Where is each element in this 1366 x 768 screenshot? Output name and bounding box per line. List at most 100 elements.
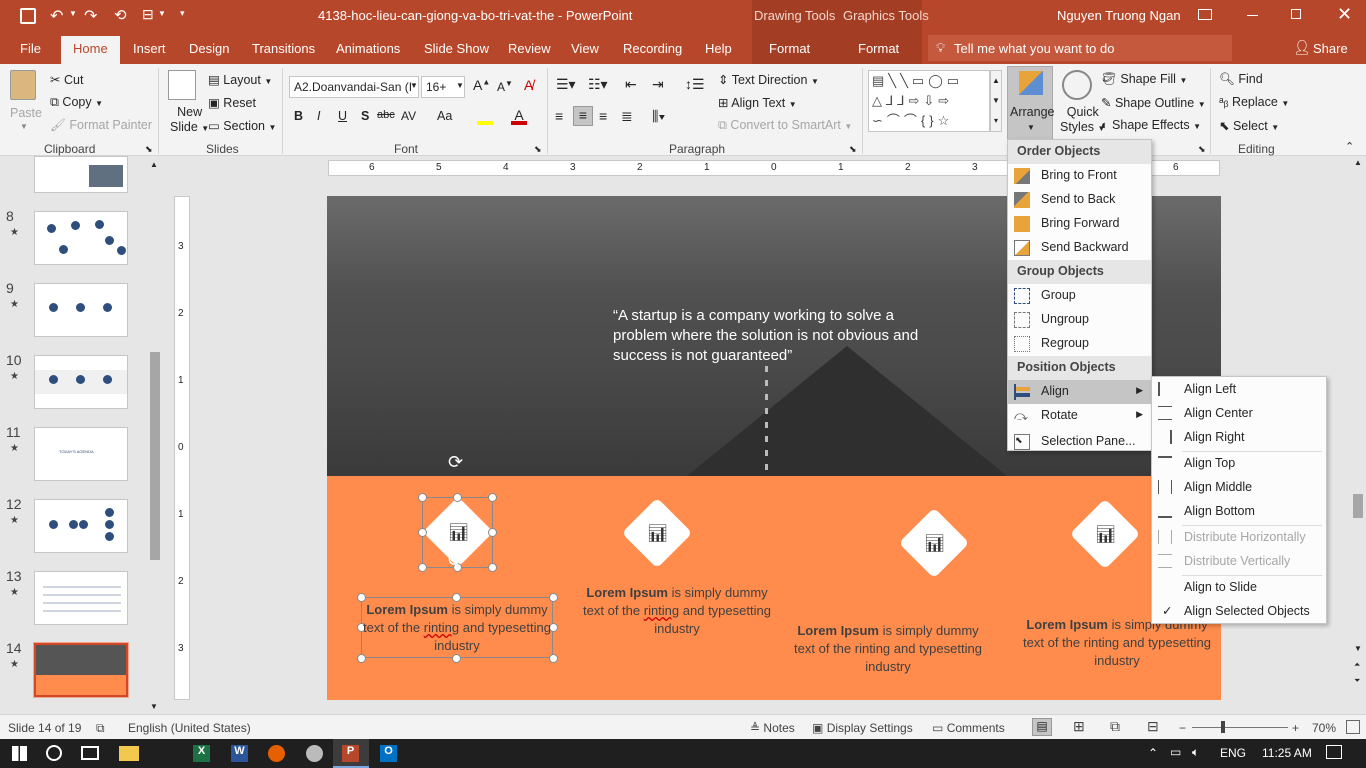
item-caption[interactable]: Lorem Ipsum is simply dummy text of the … xyxy=(1017,616,1217,670)
columns-icon[interactable]: ⫼▾ xyxy=(652,108,665,125)
resize-handle[interactable] xyxy=(418,528,427,537)
tab-review[interactable]: Review xyxy=(508,41,551,56)
change-case-button[interactable]: Aa xyxy=(437,109,452,123)
minimize-icon[interactable] xyxy=(1247,15,1258,16)
font-name-combo[interactable]: A2.Doanvandai-San (I xyxy=(289,76,419,98)
reset-button[interactable]: ▣ Reset xyxy=(208,95,256,110)
powerpoint-icon[interactable]: P xyxy=(342,745,359,762)
display-settings-button[interactable]: ▣ Display Settings xyxy=(812,721,913,735)
app-icon[interactable] xyxy=(306,745,323,762)
tab-file[interactable]: File xyxy=(20,41,41,56)
resize-handle[interactable] xyxy=(549,654,558,663)
menu-item-distribute-vertically[interactable]: Distribute Vertically xyxy=(1152,549,1326,573)
replace-button[interactable]: ᵃᵦ Replace ▼ xyxy=(1219,95,1289,109)
normal-view-icon[interactable]: ▤ xyxy=(1032,718,1052,736)
slide-thumbnail-9[interactable] xyxy=(34,283,128,337)
zoom-in-icon[interactable]: + xyxy=(1292,721,1299,735)
menu-item-align-bottom[interactable]: Align Bottom xyxy=(1152,499,1326,523)
resize-handle[interactable] xyxy=(418,563,427,572)
thumbnail-scrollbar[interactable]: ▲ ▼ xyxy=(148,158,162,714)
slide-thumbnail-11[interactable]: TODAY'S AGENDA xyxy=(34,427,128,481)
tell-me-box[interactable]: 💡︎ Tell me what you want to do xyxy=(928,35,1232,61)
resize-handle[interactable] xyxy=(488,563,497,572)
menu-item-group[interactable]: Group xyxy=(1008,284,1151,308)
text-direction-button[interactable]: ⇕ Text Direction ▼ xyxy=(718,72,819,87)
menu-item-align-selected-objects[interactable]: ✓ Align Selected Objects xyxy=(1152,599,1326,623)
zoom-out-icon[interactable]: − xyxy=(1179,721,1186,735)
shapes-scroll-icon[interactable]: ▲ ▼ ▾ xyxy=(990,70,1002,132)
windows-start-icon[interactable] xyxy=(12,746,27,761)
spelling-icon[interactable]: ⧉ xyxy=(96,721,105,736)
ribbon-display-icon[interactable] xyxy=(1198,9,1212,20)
tab-help[interactable]: Help xyxy=(705,41,732,56)
arrange-button[interactable]: Arrange ▼ xyxy=(1007,66,1054,140)
tab-insert[interactable]: Insert xyxy=(133,41,166,56)
tab-home[interactable]: Home xyxy=(61,36,120,64)
rotate-handle-icon[interactable]: ⟳ xyxy=(448,452,463,473)
format-painter-button[interactable]: 🖌︎ Format Painter xyxy=(50,118,152,133)
clear-formatting-icon[interactable]: A̸ xyxy=(524,77,533,93)
slide-thumbnail-10[interactable] xyxy=(34,355,128,409)
slide-thumbnail-13[interactable] xyxy=(34,571,128,625)
numbering-icon[interactable]: ☷▾ xyxy=(588,76,608,93)
italic-button[interactable]: I xyxy=(317,109,320,123)
cut-button[interactable]: ✂ Cut xyxy=(50,72,83,87)
justify-icon[interactable]: ≣ xyxy=(621,108,633,125)
outlook-icon[interactable]: O xyxy=(380,745,397,762)
undo-icon[interactable]: ↶ xyxy=(50,6,63,26)
select-button[interactable]: ⬉ Select ▼ xyxy=(1219,118,1279,133)
item-caption[interactable]: Lorem Ipsum is simply dummy text of the … xyxy=(577,584,777,638)
tab-view[interactable]: View xyxy=(571,41,599,56)
network-icon[interactable]: ▭ xyxy=(1170,745,1181,759)
next-slide-icon[interactable]: ⏷ xyxy=(1354,676,1360,686)
menu-item-send-backward[interactable]: Send Backward xyxy=(1008,236,1151,260)
strikethrough-button[interactable]: abc xyxy=(377,109,395,121)
paragraph-launcher-icon[interactable]: ⬊ xyxy=(849,144,857,155)
drawing-launcher-icon[interactable]: ⬊ xyxy=(1198,144,1206,155)
save-icon[interactable] xyxy=(20,8,36,24)
volume-icon[interactable]: 🔈︎ xyxy=(1192,745,1199,760)
scroll-up-icon[interactable]: ▲ xyxy=(150,160,158,169)
menu-item-align-to-slide[interactable]: Align to Slide xyxy=(1152,575,1326,599)
resize-handle[interactable] xyxy=(452,654,461,663)
find-button[interactable]: 🔍︎ Find xyxy=(1219,72,1263,87)
quick-styles-icon[interactable] xyxy=(1062,70,1092,100)
slide-thumbnail-12[interactable] xyxy=(34,499,128,553)
underline-button[interactable]: U xyxy=(338,109,347,123)
resize-handle[interactable] xyxy=(453,493,462,502)
resize-handle[interactable] xyxy=(488,493,497,502)
collapse-ribbon-icon[interactable]: ⌃ xyxy=(1345,140,1354,153)
shadow-button[interactable]: S xyxy=(361,109,369,123)
menu-item-align-top[interactable]: Align Top xyxy=(1152,451,1326,475)
notes-button[interactable]: ≜ Notes xyxy=(750,721,795,735)
resize-handle[interactable] xyxy=(357,654,366,663)
bullets-icon[interactable]: ☰▾ xyxy=(556,76,576,93)
align-left-icon[interactable]: ≡ xyxy=(555,108,563,124)
zoom-slider[interactable] xyxy=(1192,727,1288,728)
align-center-icon[interactable]: ≡ xyxy=(573,106,593,126)
tab-animations[interactable]: Animations xyxy=(336,41,400,56)
shape-fill-button[interactable]: 🪣︎ Shape Fill ▼ xyxy=(1101,72,1187,87)
scroll-down-icon[interactable]: ▼ xyxy=(1354,644,1362,653)
fit-slide-icon[interactable] xyxy=(1346,720,1360,734)
chart-icon[interactable]: 📊︎ xyxy=(924,534,946,554)
increase-font-icon[interactable]: A▲ xyxy=(473,77,490,93)
resize-handle[interactable] xyxy=(418,493,427,502)
menu-item-bring-forward[interactable]: Bring Forward xyxy=(1008,212,1151,236)
scroll-thumb[interactable] xyxy=(150,352,160,560)
line-spacing-icon[interactable]: ↕☰ xyxy=(685,76,705,93)
quick-styles-button[interactable]: Quick Styles ▼ xyxy=(1060,105,1105,136)
zoom-slider-thumb[interactable] xyxy=(1221,721,1225,733)
convert-smartart-button[interactable]: ⧉ Convert to SmartArt ▼ xyxy=(718,118,852,133)
align-right-icon[interactable]: ≡ xyxy=(599,108,607,124)
zoom-level[interactable]: 70% xyxy=(1312,721,1336,735)
scroll-up-icon[interactable]: ▲ xyxy=(1354,158,1362,167)
notifications-icon[interactable] xyxy=(1326,745,1342,759)
chart-icon[interactable]: 📊︎ xyxy=(647,524,669,544)
tab-format-graphics[interactable]: Format xyxy=(858,41,899,56)
paste-icon[interactable] xyxy=(10,70,36,100)
slide-thumbnail-7[interactable] xyxy=(34,156,128,193)
file-explorer-icon[interactable] xyxy=(119,746,139,761)
new-slide-button[interactable]: New Slide ▼ xyxy=(170,105,209,136)
undo-dropdown-icon[interactable]: ▼ xyxy=(69,9,77,18)
